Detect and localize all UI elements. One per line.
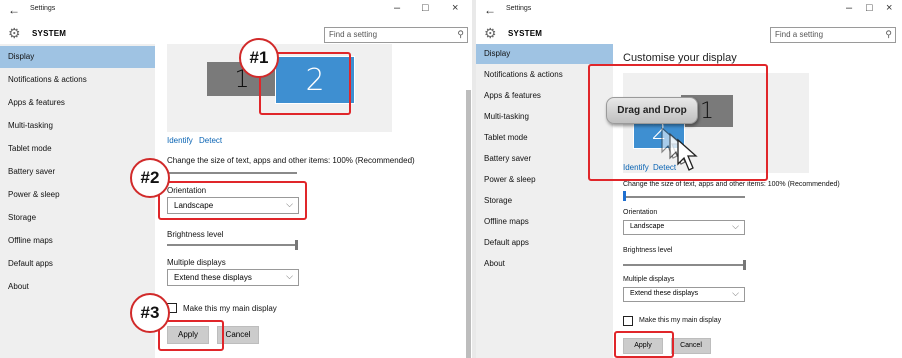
scrollbar[interactable] <box>466 90 471 358</box>
gear-icon: ⚙ <box>484 25 497 41</box>
sidebar-item-apps[interactable]: Apps & features <box>0 92 155 114</box>
sidebar-item-battery-saver[interactable]: Battery saver <box>476 148 613 170</box>
sidebar-item-offline-maps[interactable]: Offline maps <box>476 211 613 233</box>
search-icon[interactable]: ⚲ <box>885 29 892 40</box>
search-input[interactable]: Find a setting ⚲ <box>770 27 896 43</box>
search-placeholder: Find a setting <box>329 30 378 39</box>
search-input[interactable]: Find a setting ⚲ <box>324 27 468 43</box>
sidebar-item-multitasking[interactable]: Multi-tasking <box>0 115 155 137</box>
close-button[interactable]: × <box>886 2 892 14</box>
step-marker-3: #3 <box>130 293 170 333</box>
step-marker-2: #2 <box>130 158 170 198</box>
sidebar-item-tablet-mode[interactable]: Tablet mode <box>0 138 155 160</box>
orientation-label: Orientation <box>623 209 658 216</box>
multiple-displays-value: Extend these displays <box>174 273 252 282</box>
window-title: Settings <box>506 5 532 12</box>
back-arrow-icon[interactable]: ← <box>8 3 20 17</box>
apply-button[interactable]: Apply <box>623 338 663 354</box>
sidebar-item-notifications[interactable]: Notifications & actions <box>476 64 613 86</box>
search-placeholder: Find a setting <box>775 30 824 39</box>
sidebar: Display Notifications & actions Apps & f… <box>476 44 613 358</box>
sidebar-item-multitasking[interactable]: Multi-tasking <box>476 106 613 128</box>
multiple-displays-select[interactable]: Extend these displays ⌵ <box>623 287 745 302</box>
maximize-button[interactable]: □ <box>422 2 429 14</box>
monitor-2[interactable]: 2 <box>275 56 355 104</box>
settings-window-right: ← Settings – □ × ⚙ SYSTEM Find a setting… <box>476 0 902 358</box>
orientation-value: Landscape <box>630 223 665 230</box>
multiple-displays-select[interactable]: Extend these displays ⌵ <box>167 269 299 286</box>
window-title: Settings <box>30 5 56 12</box>
scale-label: Change the size of text, apps and other … <box>167 156 415 165</box>
scale-slider-track[interactable] <box>623 196 745 198</box>
identify-link[interactable]: Identify <box>623 163 649 172</box>
cancel-button[interactable]: Cancel <box>671 338 711 354</box>
identify-link[interactable]: Identify <box>167 136 193 145</box>
close-button[interactable]: × <box>452 2 458 14</box>
back-arrow-icon[interactable]: ← <box>484 3 496 17</box>
detect-link[interactable]: Detect <box>199 136 222 145</box>
maximize-button[interactable]: □ <box>866 2 873 14</box>
brightness-slider-thumb[interactable] <box>743 260 746 270</box>
chevron-down-icon: ⌵ <box>732 288 739 298</box>
sidebar-item-storage[interactable]: Storage <box>0 207 155 229</box>
main-display-label: Make this my main display <box>639 317 722 324</box>
sidebar-item-offline-maps[interactable]: Offline maps <box>0 230 155 252</box>
drag-and-drop-callout: Drag and Drop <box>606 97 698 124</box>
minimize-button[interactable]: – <box>846 2 852 14</box>
brightness-slider-track[interactable] <box>167 244 297 246</box>
settings-header: ⚙ SYSTEM Find a setting ⚲ <box>476 22 902 46</box>
chevron-down-icon: ⌵ <box>286 199 293 209</box>
orientation-select[interactable]: Landscape ⌵ <box>623 220 745 235</box>
main-display-label: Make this my main display <box>183 304 277 313</box>
display-settings-content: 1 2 Identify Detect Change the size of t… <box>155 44 472 358</box>
settings-header: ⚙ SYSTEM Find a setting ⚲ <box>0 22 472 46</box>
brightness-label: Brightness level <box>167 230 224 239</box>
sidebar-item-default-apps[interactable]: Default apps <box>0 253 155 275</box>
section-title: SYSTEM <box>32 29 67 38</box>
cancel-button[interactable]: Cancel <box>217 326 259 344</box>
sidebar-item-apps[interactable]: Apps & features <box>476 85 613 107</box>
sidebar-item-storage[interactable]: Storage <box>476 190 613 212</box>
chevron-down-icon: ⌵ <box>732 221 739 231</box>
scale-slider-thumb[interactable] <box>623 191 626 201</box>
step-marker-1: #1 <box>239 38 279 78</box>
sidebar-item-power-sleep[interactable]: Power & sleep <box>476 169 613 191</box>
brightness-label: Brightness level <box>623 247 673 254</box>
drag-cursor-icon <box>661 126 698 171</box>
title-bar: ← Settings – □ × <box>476 0 902 22</box>
multiple-displays-label: Multiple displays <box>167 258 226 267</box>
multiple-displays-label: Multiple displays <box>623 276 675 283</box>
section-title: SYSTEM <box>508 29 543 38</box>
orientation-value: Landscape <box>174 201 214 210</box>
sidebar-item-tablet-mode[interactable]: Tablet mode <box>476 127 613 149</box>
display-settings-content: Customise your display 1 2 Identify Dete… <box>613 44 902 358</box>
chevron-down-icon: ⌵ <box>286 271 293 281</box>
sidebar-item-display[interactable]: Display <box>476 44 613 64</box>
settings-window-left: ← Settings – □ × ⚙ SYSTEM Find a setting… <box>0 0 472 358</box>
gear-icon: ⚙ <box>8 25 21 41</box>
sidebar-item-about[interactable]: About <box>0 276 155 298</box>
multiple-displays-value: Extend these displays <box>630 290 699 297</box>
display-arrangement-panel: 1 2 <box>167 44 392 132</box>
brightness-slider-thumb[interactable] <box>295 240 298 250</box>
brightness-slider-track[interactable] <box>623 264 745 266</box>
sidebar-item-display[interactable]: Display <box>0 46 155 68</box>
scale-label: Change the size of text, apps and other … <box>623 181 840 188</box>
page-title: Customise your display <box>623 52 737 64</box>
title-bar: ← Settings – □ × <box>0 0 472 22</box>
apply-button[interactable]: Apply <box>167 326 209 344</box>
sidebar-item-notifications[interactable]: Notifications & actions <box>0 69 155 91</box>
sidebar-item-about[interactable]: About <box>476 253 613 275</box>
main-display-checkbox[interactable] <box>623 316 633 326</box>
orientation-label: Orientation <box>167 186 207 195</box>
minimize-button[interactable]: – <box>394 2 400 14</box>
sidebar-item-default-apps[interactable]: Default apps <box>476 232 613 254</box>
scale-slider-track[interactable] <box>167 172 297 174</box>
orientation-select[interactable]: Landscape ⌵ <box>167 197 299 214</box>
search-icon[interactable]: ⚲ <box>457 29 464 40</box>
